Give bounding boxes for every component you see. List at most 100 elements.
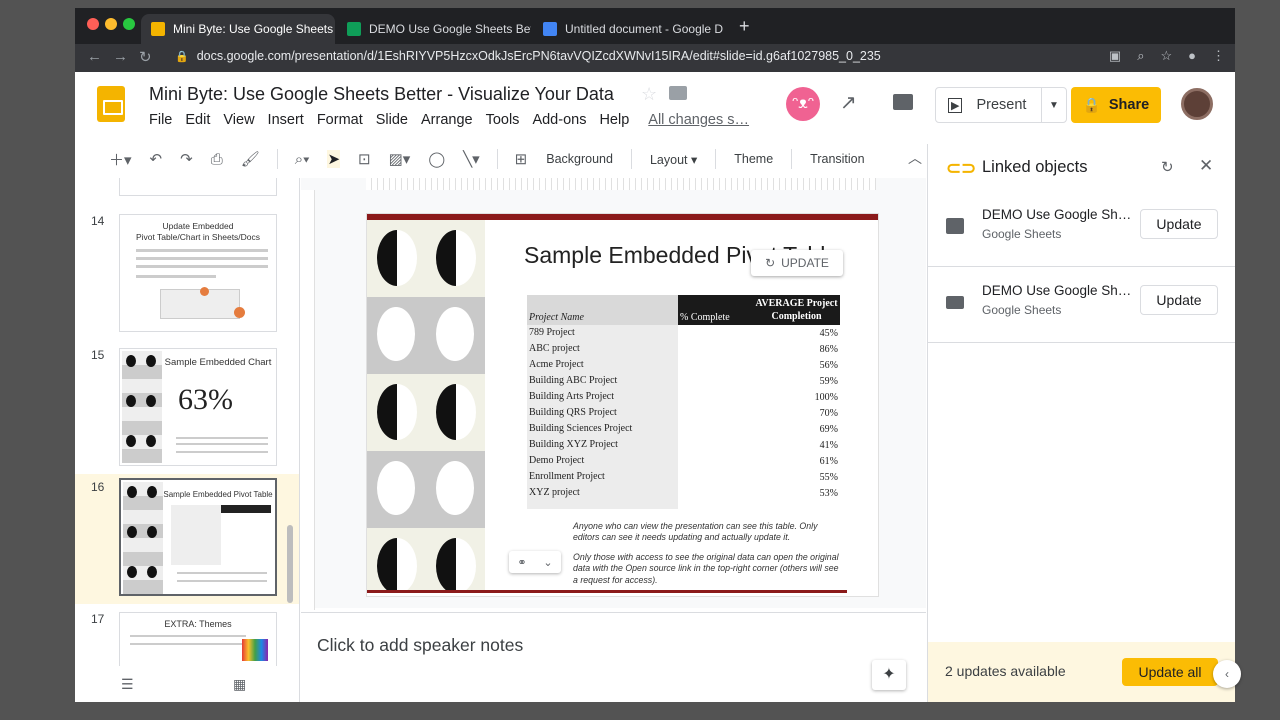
menu-format[interactable]: Format [317,112,363,128]
update-chip-button[interactable]: ↻ UPDATE [751,250,843,276]
menu-file[interactable]: File [149,112,172,128]
menu-view[interactable]: View [223,112,254,128]
linked-object-item[interactable]: DEMO Use Google Sh… Google Sheets Update [928,268,1235,343]
slide-thumbnail-15[interactable]: 15 Sample Embedded Chart 63% [75,342,299,472]
pivot-header-row: Project Name % Complete AVERAGE Project … [527,295,840,325]
redo-icon[interactable]: ↷ [180,150,193,168]
print-icon[interactable]: ⎙ [211,151,223,168]
slide-bottom-bar [367,590,847,593]
document-title[interactable]: Mini Byte: Use Google Sheets Better - Vi… [149,84,614,105]
present-dropdown-icon[interactable]: ▼ [1042,100,1066,111]
browser-tab-slides[interactable]: Mini Byte: Use Google Sheets ✕ [141,14,335,44]
share-button[interactable]: 🔒 Share [1071,87,1161,123]
profile-icon[interactable]: ● [1188,48,1196,64]
slide-thumbnail-14[interactable]: 14 Update Embedded Pivot Table/Chart in … [75,208,299,338]
slide-note-text[interactable]: Anyone who can view the presentation can… [573,521,843,544]
browser-menu-icon[interactable]: ⋮ [1212,48,1225,64]
list-view-icon[interactable]: ☰ [121,676,134,693]
browser-tab-sheets[interactable]: DEMO Use Google Sheets Bett ✕ [337,14,531,44]
new-slide-icon[interactable]: ＋▾ [109,149,132,170]
maximize-window-button[interactable] [123,18,135,30]
slides-app: Mini Byte: Use Google Sheets Better - Vi… [75,72,1241,702]
line-icon[interactable]: ╲▾ [463,150,480,168]
slide-note-text[interactable]: Only those with access to see the origin… [573,552,843,586]
slides-logo-icon[interactable] [97,86,125,122]
grid-view-icon[interactable]: ▦ [233,676,246,693]
menu-tools[interactable]: Tools [486,112,520,128]
select-tool-icon[interactable]: ➤ [327,150,341,168]
present-button[interactable]: ▶ Present ▼ [935,87,1067,123]
explore-button[interactable]: ✦ [872,660,906,690]
slide-thumbnail-17[interactable]: 17 EXTRA: Themes [75,606,299,666]
activity-dashboard-icon[interactable]: ↗ [840,90,857,115]
background-button[interactable]: Background [546,152,613,166]
link-options-chip[interactable]: ⚭ ⌄ [509,551,561,573]
back-icon[interactable]: ← [87,48,102,65]
undo-icon[interactable]: ↶ [150,150,163,168]
zoom-icon[interactable]: ⌕▾ [295,151,310,168]
update-button[interactable]: Update [1140,209,1218,239]
thumbnail-big-number: 63% [178,383,233,416]
oval-shape [377,461,415,515]
shape-icon[interactable]: ◯ [428,150,445,168]
pivot-body: 789 Project 45% ABC project 86% Acme Project… [527,325,840,501]
chart-icon [946,218,964,234]
slide-number: 17 [91,612,105,626]
comment-history-icon[interactable] [893,94,913,110]
menu-insert[interactable]: Insert [268,112,304,128]
menu-edit[interactable]: Edit [185,112,210,128]
slide-thumbnail-partial[interactable] [75,178,299,198]
paint-format-icon[interactable]: 🖌 [241,150,260,168]
linked-object-name: DEMO Use Google Sh… [982,283,1132,298]
collapse-toolbar-icon[interactable]: ︿ [908,148,922,168]
toolbar: ＋▾ ↶ ↷ ⎙ 🖌 ⌕▾ ➤ ⊡ ▨▾ ◯ ╲▾ ⊞ Background L… [100,142,922,176]
average-completion-cell: 86% [819,343,838,355]
pivot-table[interactable]: Project Name % Complete AVERAGE Project … [527,295,840,509]
forward-icon[interactable]: → [113,48,128,65]
menu-arrange[interactable]: Arrange [421,112,473,128]
slide-thumbnail-16[interactable]: 16 Sample Embedded Pivot Table [75,474,299,604]
update-button[interactable]: Update [1140,285,1218,315]
theme-button[interactable]: Theme [734,152,773,166]
close-window-button[interactable] [87,18,99,30]
thumbnail-text [177,572,267,574]
average-completion-cell: 70% [819,407,838,419]
side-panel-toggle-icon[interactable]: ‹ [1213,660,1241,688]
linked-object-item[interactable]: DEMO Use Google Sh… Google Sheets Update [928,192,1235,267]
collaborator-avatar[interactable]: ᵔᴥᵔ [786,87,820,121]
menu-help[interactable]: Help [599,112,629,128]
image-icon[interactable]: ▨▾ [389,150,411,168]
close-icon[interactable]: ✕ [1199,156,1213,176]
filmstrip-footer: ☰ ▦ [75,666,300,702]
project-name-cell: Building XYZ Project [527,437,678,453]
extension-icon[interactable]: ▣ [1109,48,1121,64]
new-tab-button[interactable]: + [739,16,750,37]
minimize-window-button[interactable] [105,18,117,30]
half-circle-shape [377,538,417,590]
tab-title: DEMO Use Google Sheets Bett [369,22,531,36]
add-comment-icon[interactable]: ⊞ [515,150,528,168]
pivot-header-cell: % Complete [678,295,753,325]
refresh-icon[interactable]: ↻ [1161,158,1174,176]
reload-icon[interactable]: ↻ [139,48,152,66]
thumbnail-text [136,265,268,268]
zoom-icon[interactable]: ⌕ [1137,48,1144,64]
address-bar[interactable]: 🔒 docs.google.com/presentation/d/1EshRIYV… [175,49,881,63]
speaker-notes[interactable]: Click to add speaker notes [301,612,926,702]
text-box-icon[interactable]: ⊡ [358,150,371,168]
menu-slide[interactable]: Slide [376,112,408,128]
layout-button[interactable]: Layout ▾ [650,152,697,167]
folder-icon[interactable] [669,86,687,100]
star-icon[interactable]: ☆ [641,84,657,105]
update-all-button[interactable]: Update all [1122,658,1218,686]
transition-button[interactable]: Transition [810,152,864,166]
filmstrip-scrollbar[interactable] [287,525,293,603]
user-avatar[interactable] [1181,88,1213,120]
menu-addons[interactable]: Add-ons [532,112,586,128]
bookmark-star-icon[interactable]: ☆ [1160,48,1172,64]
current-slide[interactable]: Sample Embedded Pivot Table ↻ UPDATE Pro… [366,213,879,597]
browser-tab-docs[interactable]: Untitled document - Google D ✕ [533,14,727,44]
project-name-cell: ABC project [527,341,678,357]
save-status-link[interactable]: All changes s… [648,112,749,128]
pattern-cell [426,374,485,451]
